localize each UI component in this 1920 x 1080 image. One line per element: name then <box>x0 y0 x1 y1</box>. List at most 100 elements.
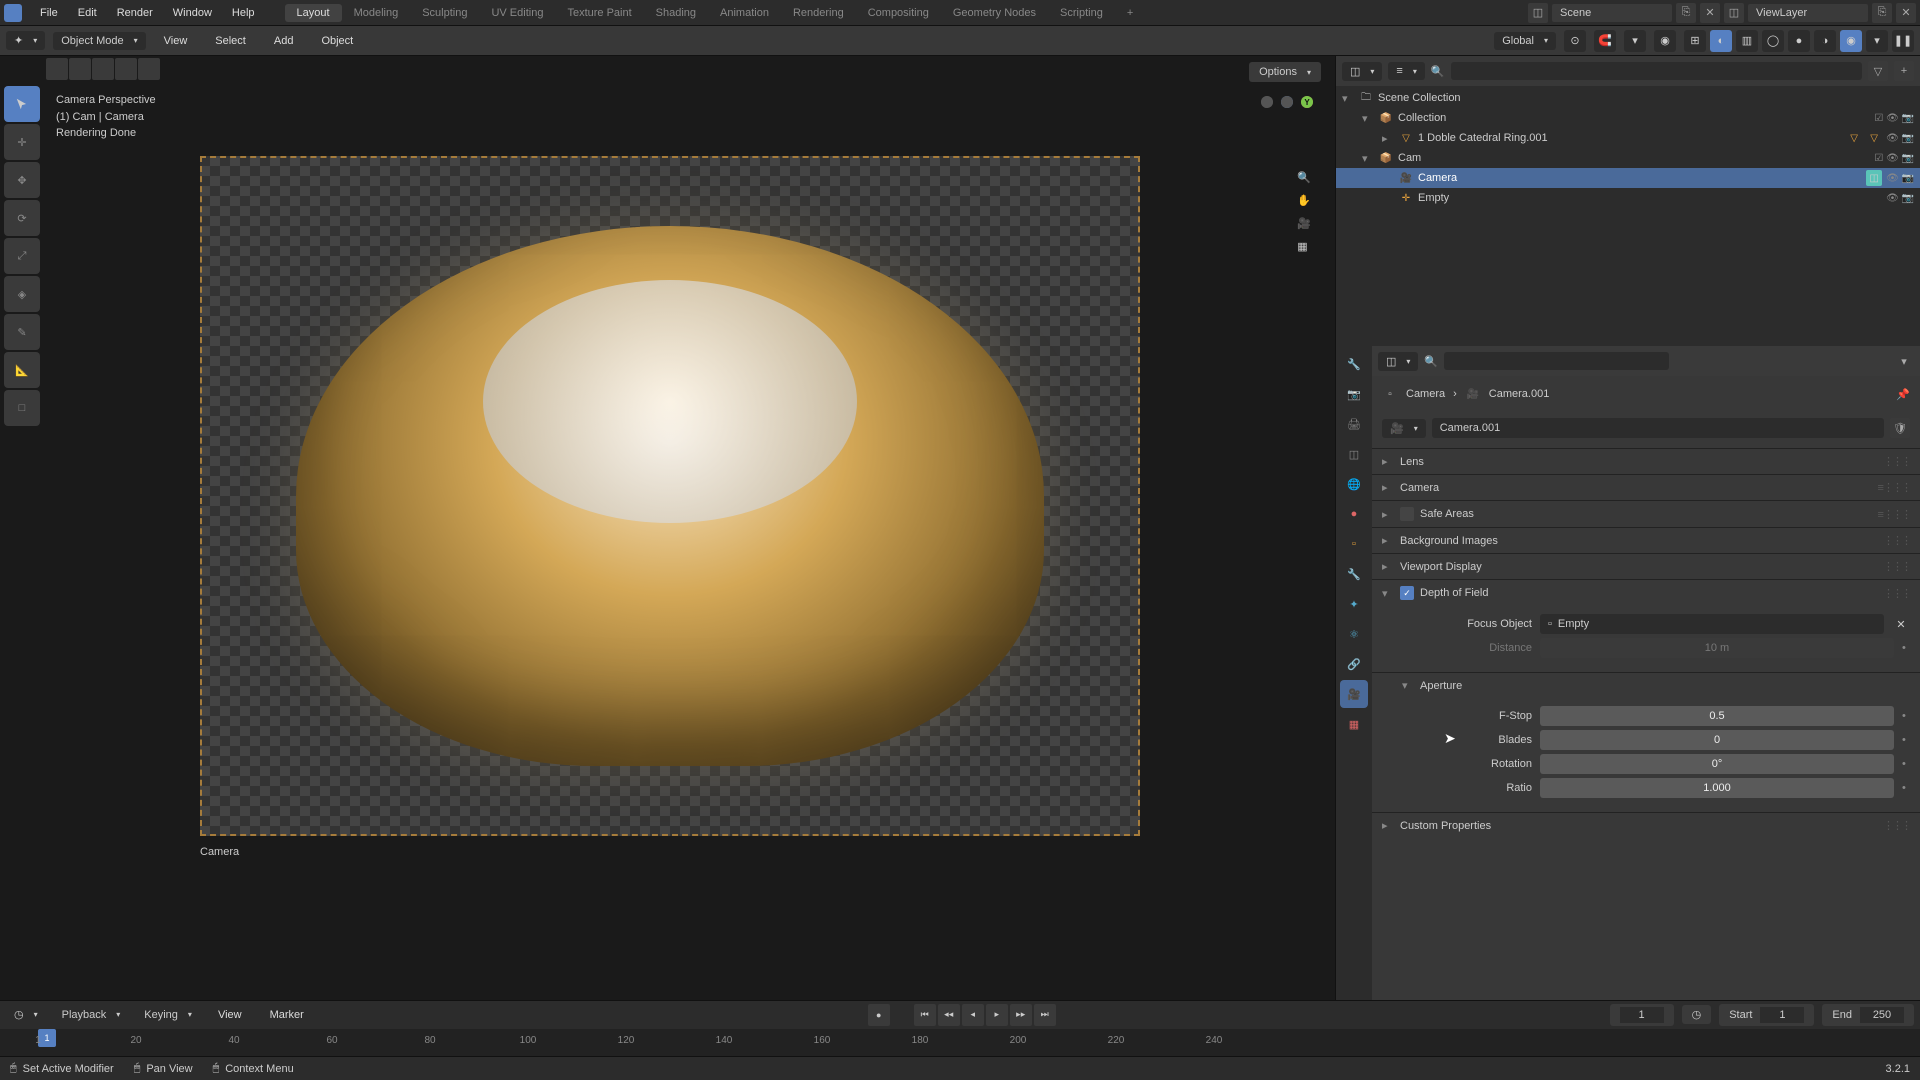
prop-tab-data-camera[interactable]: 🎥 <box>1340 680 1368 708</box>
prop-tab-particle[interactable]: ✦ <box>1340 590 1368 618</box>
fstop-keyframe[interactable]: • <box>1902 710 1910 722</box>
solid-shade[interactable]: ● <box>1788 30 1810 52</box>
datablock-browse[interactable]: 🎥 <box>1382 419 1426 438</box>
ratio-input[interactable] <box>1540 778 1894 798</box>
tool-measure[interactable]: 📐 <box>4 352 40 388</box>
editor-type-dropdown[interactable]: ✦ <box>6 31 45 50</box>
autokey-toggle[interactable]: ● <box>868 1004 890 1026</box>
scene-name-input[interactable] <box>1552 4 1672 22</box>
outliner-filter-button[interactable]: ▽ <box>1868 61 1888 81</box>
tree-camera-object[interactable]: 🎥 Camera ◫ 👁 📷 <box>1336 168 1920 188</box>
tree-empty-object[interactable]: ✛ Empty 👁 📷 <box>1336 188 1920 208</box>
end-frame-input[interactable] <box>1860 1007 1904 1023</box>
pin-icon[interactable]: 📌 <box>1896 388 1910 401</box>
tool-transform[interactable]: ◈ <box>4 276 40 312</box>
viewport-3d[interactable]: ✛ ✥ ⟳ ⤢ ◈ ✎ 📐 □ Camera Perspective (1) C… <box>0 56 1335 1000</box>
panel-aperture[interactable]: ▾Aperture <box>1372 673 1920 698</box>
blades-keyframe[interactable]: • <box>1902 734 1910 746</box>
properties-mode-dropdown[interactable]: ◫ <box>1378 352 1418 371</box>
panel-background-images[interactable]: ▸Background Images⋮⋮⋮ <box>1372 528 1920 553</box>
tool-select-box[interactable] <box>4 86 40 122</box>
timeline-marker[interactable]: Marker <box>260 1009 314 1021</box>
tool-cursor[interactable]: ✛ <box>4 124 40 160</box>
tab-animation[interactable]: Animation <box>708 7 781 19</box>
matprev-shade[interactable]: ◑ <box>1814 30 1836 52</box>
breadcrumb-data[interactable]: Camera.001 <box>1489 388 1550 400</box>
select-mode-1[interactable] <box>46 58 68 80</box>
tab-sculpting[interactable]: Sculpting <box>410 7 479 19</box>
tree-ring-object[interactable]: ▸▽ 1 Doble Catedral Ring.001 ▽▽ 👁 📷 <box>1336 128 1920 148</box>
orientation-dropdown[interactable]: Global <box>1494 32 1556 50</box>
prop-tab-texture[interactable]: ▦ <box>1340 710 1368 738</box>
select-mode-2[interactable] <box>69 58 91 80</box>
menu-render[interactable]: Render <box>107 7 163 19</box>
focus-object-picker[interactable]: ▫Empty <box>1540 614 1884 634</box>
panel-custom-properties[interactable]: ▸Custom Properties⋮⋮⋮ <box>1372 813 1920 838</box>
datablock-name-input[interactable] <box>1432 418 1884 438</box>
preview-range-toggle[interactable]: ◷ <box>1682 1005 1712 1024</box>
properties-search-input[interactable] <box>1444 352 1669 370</box>
outliner-display-dropdown[interactable]: ≡ <box>1388 62 1424 80</box>
snap-dropdown[interactable]: ▾ <box>1624 30 1646 52</box>
prop-tab-render[interactable]: 📷 <box>1340 380 1368 408</box>
pan-icon[interactable]: ✋ <box>1297 194 1311 207</box>
prop-tab-output[interactable]: 🖨 <box>1340 410 1368 438</box>
jump-start-button[interactable]: ⏮ <box>914 1004 936 1026</box>
menu-edit[interactable]: Edit <box>68 7 107 19</box>
keyframe-prev-button[interactable]: ◂◂ <box>938 1004 960 1026</box>
tab-modeling[interactable]: Modeling <box>342 7 411 19</box>
dof-checkbox[interactable]: ✓ <box>1400 586 1414 600</box>
options-dropdown[interactable]: Options <box>1249 62 1321 82</box>
outliner-new-collection[interactable]: + <box>1894 61 1914 81</box>
outliner-search-input[interactable] <box>1451 62 1862 80</box>
scene-new-button[interactable]: ⎘ <box>1676 3 1696 23</box>
blades-input[interactable] <box>1540 730 1894 750</box>
mode-dropdown[interactable]: Object Mode <box>53 32 145 50</box>
add-workspace-button[interactable]: + <box>1115 7 1145 19</box>
prop-tab-world[interactable]: ● <box>1340 500 1368 528</box>
timeline-mode-dropdown[interactable]: ◷ <box>6 1005 46 1024</box>
panel-depth-of-field[interactable]: ▾✓Depth of Field⋮⋮⋮ <box>1372 580 1920 606</box>
gizmo-toggle[interactable]: ⊞ <box>1684 30 1706 52</box>
play-reverse-button[interactable]: ◂ <box>962 1004 984 1026</box>
rendered-shade[interactable]: ◉ <box>1840 30 1862 52</box>
viewlayer-name-input[interactable] <box>1748 4 1868 22</box>
xray-toggle[interactable]: ▥ <box>1736 30 1758 52</box>
menu-help[interactable]: Help <box>222 7 265 19</box>
wireframe-shade[interactable]: ◯ <box>1762 30 1784 52</box>
tree-collection[interactable]: ▾📦 Collection ☑ 👁 📷 <box>1336 108 1920 128</box>
prop-tab-viewlayer[interactable]: ◫ <box>1340 440 1368 468</box>
scene-browse-icon[interactable]: ◫ <box>1528 3 1548 23</box>
tool-move[interactable]: ✥ <box>4 162 40 198</box>
overlay-toggle[interactable]: ◐ <box>1710 30 1732 52</box>
navigation-gizmo[interactable]: Z X Y <box>1257 96 1317 156</box>
tool-rotate[interactable]: ⟳ <box>4 200 40 236</box>
viewlayer-delete-button[interactable]: ✕ <box>1896 3 1916 23</box>
outliner-mode-dropdown[interactable]: ◫ <box>1342 62 1382 81</box>
playback-dropdown[interactable]: Playback <box>54 1006 129 1024</box>
safe-areas-checkbox[interactable] <box>1400 507 1414 521</box>
pause-render-button[interactable]: ❚❚ <box>1892 30 1914 52</box>
tab-scripting[interactable]: Scripting <box>1048 7 1115 19</box>
prop-tab-scene[interactable]: 🌐 <box>1340 470 1368 498</box>
play-button[interactable]: ▸ <box>986 1004 1008 1026</box>
header-add[interactable]: Add <box>264 35 304 47</box>
timeline-view[interactable]: View <box>208 1009 252 1021</box>
proportional-toggle[interactable]: ◉ <box>1654 30 1676 52</box>
tab-layout[interactable]: Layout <box>285 4 342 22</box>
timeline-ruler[interactable]: 1 120406080100120140160180200220240 <box>0 1029 1920 1057</box>
prop-tab-physics[interactable]: ⚛ <box>1340 620 1368 648</box>
pivot-icon[interactable]: ⊙ <box>1564 30 1586 52</box>
select-mode-3[interactable] <box>92 58 114 80</box>
rotation-keyframe[interactable]: • <box>1902 758 1910 770</box>
prop-tab-tool[interactable]: 🔧 <box>1340 350 1368 378</box>
tab-compositing[interactable]: Compositing <box>856 7 941 19</box>
prop-tab-object[interactable]: ▫ <box>1340 530 1368 558</box>
select-mode-5[interactable] <box>138 58 160 80</box>
panel-camera[interactable]: ▸Camera≡ ⋮⋮⋮ <box>1372 475 1920 500</box>
panel-lens[interactable]: ▸Lens⋮⋮⋮ <box>1372 449 1920 474</box>
panel-safe-areas[interactable]: ▸Safe Areas≡ ⋮⋮⋮ <box>1372 501 1920 527</box>
tab-texpaint[interactable]: Texture Paint <box>555 7 643 19</box>
fake-user-button[interactable]: 🛡 <box>1890 418 1910 438</box>
select-mode-4[interactable] <box>115 58 137 80</box>
